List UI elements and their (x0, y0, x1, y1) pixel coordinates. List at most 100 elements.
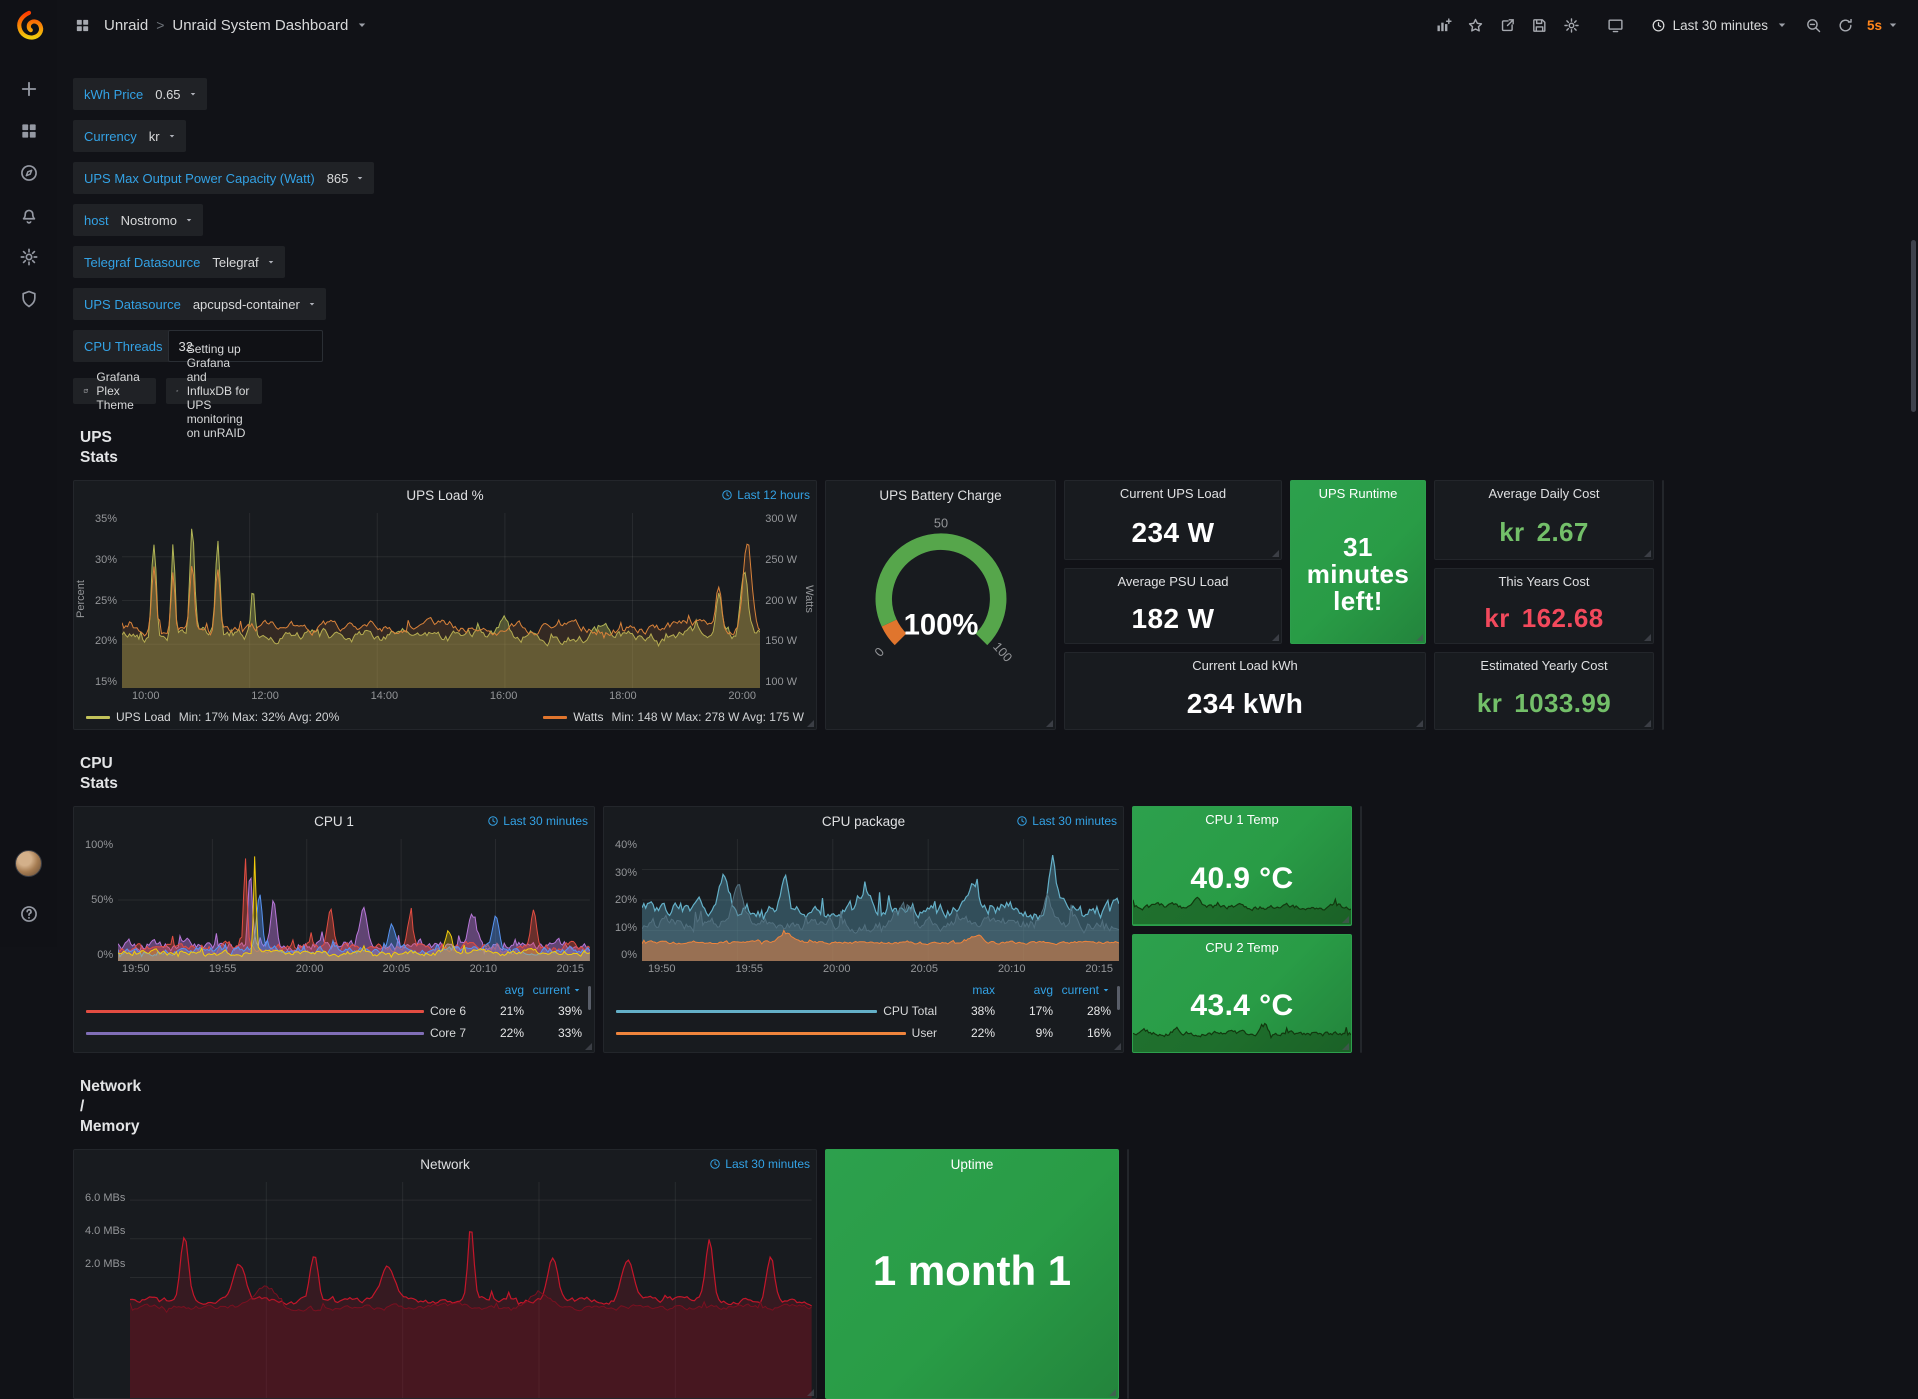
variable-value-dropdown[interactable]: apcupsd-container (186, 288, 326, 320)
section-title: UPS Stats (80, 428, 118, 468)
panel-title[interactable]: Current Load kWh (1192, 658, 1298, 678)
star-dashboard-button[interactable] (1461, 10, 1491, 40)
refresh-interval-picker[interactable]: 5s (1863, 10, 1904, 40)
tick-label: 20:05 (910, 963, 938, 975)
sidebar-item-dashboards[interactable] (9, 110, 49, 152)
network-chart[interactable] (130, 1182, 812, 1398)
legend-series[interactable]: User (616, 1026, 937, 1040)
gauge-value: 100% (903, 609, 978, 641)
panel-title[interactable]: UPS Runtime (1319, 486, 1398, 506)
legend-series[interactable]: Core 7 (86, 1026, 466, 1040)
dashboard-settings-button[interactable] (1557, 10, 1587, 40)
dashboard-link-ups-guide[interactable]: Setting up Grafana and InfluxDB for UPS … (166, 378, 262, 404)
tick-label: 19:50 (648, 963, 676, 975)
grafana-logo[interactable] (12, 10, 46, 44)
tick-label: 0% (85, 949, 113, 961)
bell-icon (19, 205, 39, 225)
variable-value-dropdown[interactable]: Nostromo (114, 204, 203, 236)
panel-title[interactable]: Memory (1127, 1157, 1129, 1172)
chevron-down-icon (355, 173, 365, 183)
panel-cpu-2-temp: CPU 2 Temp 43.4 °C (1132, 934, 1352, 1054)
panel-title[interactable]: Uptime (951, 1157, 994, 1172)
panel-time-range-link[interactable]: Last 30 minutes (487, 814, 588, 828)
sidebar-item-create[interactable] (9, 68, 49, 110)
help-button[interactable] (9, 893, 49, 935)
chevron-down-icon (1775, 18, 1789, 32)
sidebar-item-configuration[interactable] (9, 236, 49, 278)
dashboard: kWh Price 0.65 Currency kr UPS Max Outpu… (57, 50, 81, 947)
legend-col-max[interactable]: max (937, 983, 995, 997)
sidebar (0, 0, 57, 947)
zoom-out-time-button[interactable] (1799, 10, 1829, 40)
legend-series[interactable]: CPU Total (616, 1004, 937, 1018)
panel-title[interactable]: Network (420, 1157, 470, 1172)
user-avatar[interactable] (15, 850, 42, 877)
cpu-package-chart[interactable] (642, 839, 1119, 961)
tick-label: 100 W (765, 676, 797, 688)
legend-scrollbar[interactable] (588, 986, 591, 1010)
panel-title[interactable]: Current UPS Load (1120, 486, 1226, 506)
add-panel-button[interactable] (1429, 10, 1459, 40)
tv-mode-button[interactable] (1601, 10, 1631, 40)
panel-title[interactable]: Average PSU Load (1117, 574, 1228, 594)
x-axis: 19:5019:5520:0020:0520:1020:15 (74, 961, 594, 978)
cpu1-chart[interactable] (118, 839, 590, 961)
panel-title[interactable]: CPU 1 (314, 814, 354, 829)
panel-time-range-link[interactable]: Last 30 minutes (1016, 814, 1117, 828)
panel-title[interactable]: Estimated Yearly Cost (1480, 658, 1607, 678)
panel-title[interactable]: CPU 1 Temp (1205, 812, 1278, 832)
dashboard-link-plex-theme[interactable]: Grafana Plex Theme (73, 378, 156, 404)
panel-current-load-kwh: Current Load kWh 234 kWh (1064, 652, 1426, 730)
panel-time-range-link[interactable]: Last 12 hours (721, 488, 810, 502)
save-dashboard-button[interactable] (1525, 10, 1555, 40)
panel-title[interactable]: UPS Load % (406, 488, 483, 503)
chevron-down-icon[interactable] (355, 18, 369, 32)
panel-title[interactable]: CPU package (822, 814, 905, 829)
page-scrollbar[interactable] (1911, 240, 1916, 412)
variable-value-dropdown[interactable]: kr (142, 120, 186, 152)
sidebar-item-alerting[interactable] (9, 194, 49, 236)
variable-value-dropdown[interactable]: 0.65 (148, 78, 206, 110)
panel-cpu-package: CPU package Last 30 minutes 40%30%20%10%… (603, 806, 1124, 1053)
legend-col-avg[interactable]: avg (466, 983, 524, 997)
variable-value-dropdown[interactable]: 865 (320, 162, 375, 194)
refresh-icon (1837, 17, 1854, 34)
legend-col-avg[interactable]: avg (995, 983, 1053, 997)
legend-series[interactable]: Core 6 (86, 1004, 466, 1018)
ups-load-chart[interactable] (122, 513, 760, 688)
panel-title[interactable]: This Years Cost (1498, 574, 1589, 594)
panel-time-range-link[interactable]: Last 30 minutes (709, 1157, 810, 1171)
breadcrumb-folder[interactable]: Unraid (104, 17, 148, 34)
sidebar-item-server-admin[interactable] (9, 278, 49, 320)
sort-caret-icon (1101, 985, 1111, 995)
legend-series-watts[interactable]: Watts Min: 148 W Max: 278 W Avg: 175 W (543, 710, 804, 724)
legend-col-current[interactable]: current (1053, 983, 1111, 997)
variable-value-dropdown[interactable]: Telegraf (205, 246, 284, 278)
gauge-tick-max: 100 (990, 639, 1015, 665)
compass-icon (19, 163, 39, 183)
panel-title[interactable]: CPU 2 Temp (1205, 940, 1278, 960)
panel-current-ups-load: Current UPS Load 234 W (1064, 480, 1282, 560)
section-title: CPU Stats (80, 754, 118, 794)
tick-label: 20:10 (998, 963, 1026, 975)
shield-icon (19, 289, 39, 309)
share-dashboard-button[interactable] (1493, 10, 1523, 40)
panel-title[interactable]: Average Daily Cost (1488, 486, 1599, 506)
panel-time-range-link[interactable]: Last 30 minutes (1360, 814, 1362, 828)
panel-title[interactable]: CPU 2 (1360, 814, 1362, 829)
tick-label: 50% (85, 894, 113, 906)
panel-title[interactable]: UPS Load vs Time left (1662, 488, 1664, 503)
legend-col-current[interactable]: current (524, 983, 582, 997)
time-range-picker[interactable]: Last 30 minutes (1643, 10, 1797, 40)
variable-label: Currency (73, 120, 142, 152)
variable-ups-max-output: UPS Max Output Power Capacity (Watt) 865 (73, 162, 374, 194)
panel-title[interactable]: UPS Battery Charge (879, 488, 1001, 503)
legend-series-ups-load[interactable]: UPS Load Min: 17% Max: 32% Avg: 20% (86, 710, 339, 724)
panel-time-range-link[interactable]: Last 30 minutes (1127, 1157, 1129, 1171)
refresh-button[interactable] (1831, 10, 1861, 40)
breadcrumb-dashboard-title[interactable]: Unraid System Dashboard (172, 17, 348, 34)
apps-grid-icon[interactable] (67, 10, 97, 40)
sidebar-item-explore[interactable] (9, 152, 49, 194)
legend-scrollbar[interactable] (1117, 986, 1120, 1010)
tick-label: 20:00 (823, 963, 851, 975)
